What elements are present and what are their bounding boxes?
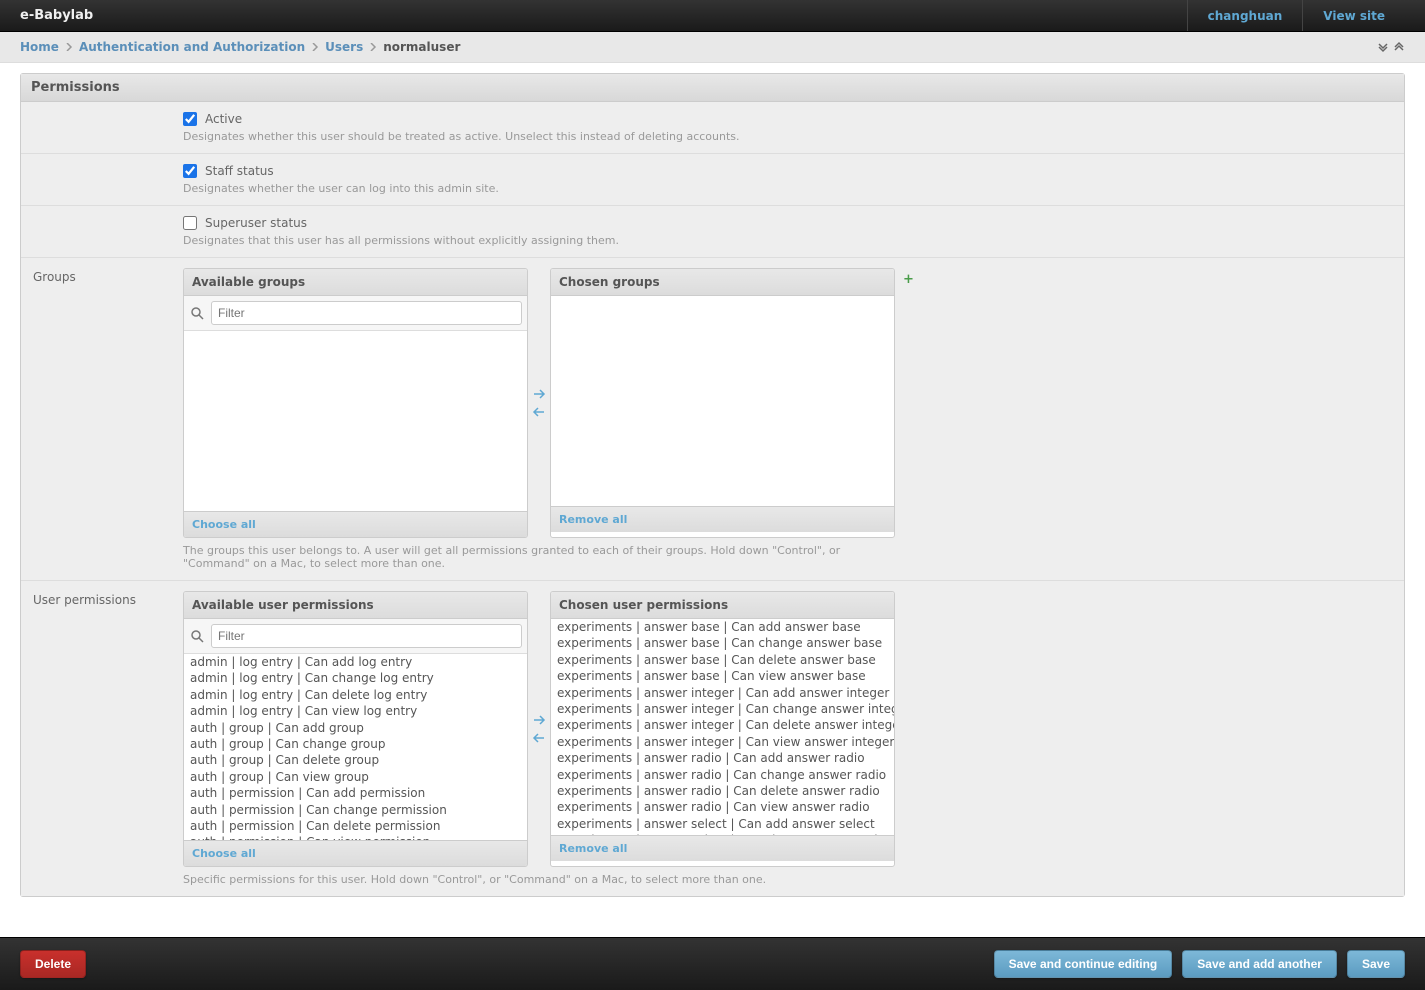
groups-help: The groups this user belongs to. A user … [183,544,873,570]
groups-label: Groups [33,268,183,570]
available-groups-list[interactable] [184,331,527,511]
chosen-groups-title: Chosen groups [551,269,894,296]
header-bar: e-Babylab changhuan View site [0,0,1425,32]
chosen-permissions: Chosen user permissions experiments | an… [550,591,895,867]
delete-button[interactable]: Delete [20,950,86,978]
permission-option[interactable]: auth | permission | Can change permissio… [184,802,527,818]
permission-option[interactable]: experiments | answer base | Can change a… [551,635,894,651]
superuser-label: Superuser status [205,216,307,230]
permission-option[interactable]: auth | group | Can add group [184,720,527,736]
permission-option[interactable]: auth | group | Can change group [184,736,527,752]
permission-option[interactable]: experiments | answer select | Can change… [551,832,894,835]
chevron-right-icon [65,43,73,51]
search-icon [189,305,205,321]
view-site-link[interactable]: View site [1323,9,1385,23]
permission-option[interactable]: admin | log entry | Can delete log entry [184,687,527,703]
module-title: Permissions [21,74,1404,102]
move-right-icon[interactable] [531,712,547,728]
permission-option[interactable]: auth | permission | Can add permission [184,785,527,801]
superuser-row: Superuser status Designates that this us… [21,206,1404,258]
permission-option[interactable]: experiments | answer base | Can delete a… [551,652,894,668]
superuser-checkbox[interactable] [183,216,197,230]
breadcrumb-auth[interactable]: Authentication and Authorization [79,40,305,54]
permission-option[interactable]: experiments | answer radio | Can add ans… [551,750,894,766]
chevron-right-icon [311,43,319,51]
staff-label: Staff status [205,164,274,178]
available-groups-filter[interactable] [211,301,522,325]
header-view-site: View site [1302,0,1405,31]
permission-option[interactable]: experiments | answer integer | Can add a… [551,685,894,701]
available-permissions-filter[interactable] [211,624,522,648]
staff-checkbox[interactable] [183,164,197,178]
groups-choose-all[interactable]: Choose all [192,518,256,531]
permission-option[interactable]: auth | group | Can view group [184,769,527,785]
move-left-icon[interactable] [531,730,547,746]
permissions-module: Permissions Active Designates whether th… [20,73,1405,897]
groups-row: Groups Available groups Choose all [21,258,1404,581]
permission-option[interactable]: admin | log entry | Can add log entry [184,654,527,670]
permission-option[interactable]: experiments | answer select | Can add an… [551,816,894,832]
active-row: Active Designates whether this user shou… [21,102,1404,154]
permission-option[interactable]: auth | group | Can delete group [184,752,527,768]
move-right-icon[interactable] [531,386,547,402]
breadcrumb-home[interactable]: Home [20,40,59,54]
superuser-help: Designates that this user has all permis… [183,234,1392,247]
expand-all-icon[interactable] [1377,41,1389,53]
header-user: changhuan [1187,0,1303,31]
available-groups-title: Available groups [184,269,527,296]
permission-option[interactable]: experiments | answer radio | Can delete … [551,783,894,799]
chosen-groups: Chosen groups Remove all [550,268,895,538]
staff-help: Designates whether the user can log into… [183,182,1392,195]
staff-row: Staff status Designates whether the user… [21,154,1404,206]
chosen-permissions-list[interactable]: experiments | answer base | Can add answ… [551,619,894,835]
permission-option[interactable]: experiments | answer integer | Can delet… [551,717,894,733]
chosen-permissions-title: Chosen user permissions [551,592,894,619]
save-add-button[interactable]: Save and add another [1182,950,1337,978]
breadcrumb-current: normaluser [383,40,460,54]
submit-row: Delete Save and continue editing Save an… [0,937,1425,990]
permission-option[interactable]: admin | log entry | Can view log entry [184,703,527,719]
breadcrumb-users[interactable]: Users [325,40,363,54]
permission-option[interactable]: experiments | answer base | Can add answ… [551,619,894,635]
add-group-icon[interactable]: + [903,268,914,287]
user-permissions-label: User permissions [33,591,183,886]
perms-choose-all[interactable]: Choose all [192,847,256,860]
available-permissions-title: Available user permissions [184,592,527,619]
available-permissions-list[interactable]: admin | log entry | Can add log entryadm… [184,654,527,840]
perms-remove-all[interactable]: Remove all [559,842,627,855]
save-continue-button[interactable]: Save and continue editing [994,950,1173,978]
active-checkbox[interactable] [183,112,197,126]
permission-option[interactable]: experiments | answer radio | Can view an… [551,799,894,815]
permission-option[interactable]: auth | permission | Can delete permissio… [184,818,527,834]
search-icon [189,628,205,644]
breadcrumb: Home Authentication and Authorization Us… [0,32,1425,63]
chosen-groups-list[interactable] [551,296,894,506]
save-button[interactable]: Save [1347,950,1405,978]
chevron-right-icon [369,43,377,51]
active-help: Designates whether this user should be t… [183,130,1392,143]
permission-option[interactable]: experiments | answer radio | Can change … [551,767,894,783]
active-label: Active [205,112,242,126]
user-permissions-help: Specific permissions for this user. Hold… [183,873,873,886]
username-link[interactable]: changhuan [1208,9,1283,23]
groups-remove-all[interactable]: Remove all [559,513,627,526]
permission-option[interactable]: experiments | answer integer | Can view … [551,734,894,750]
user-permissions-row: User permissions Available user permissi… [21,581,1404,896]
site-title: e-Babylab [20,8,1187,23]
collapse-all-icon[interactable] [1393,41,1405,53]
permission-option[interactable]: experiments | answer integer | Can chang… [551,701,894,717]
available-groups: Available groups Choose all [183,268,528,538]
available-permissions: Available user permissions admin | log e… [183,591,528,867]
move-left-icon[interactable] [531,404,547,420]
permission-option[interactable]: admin | log entry | Can change log entry [184,670,527,686]
permission-option[interactable]: experiments | answer base | Can view ans… [551,668,894,684]
